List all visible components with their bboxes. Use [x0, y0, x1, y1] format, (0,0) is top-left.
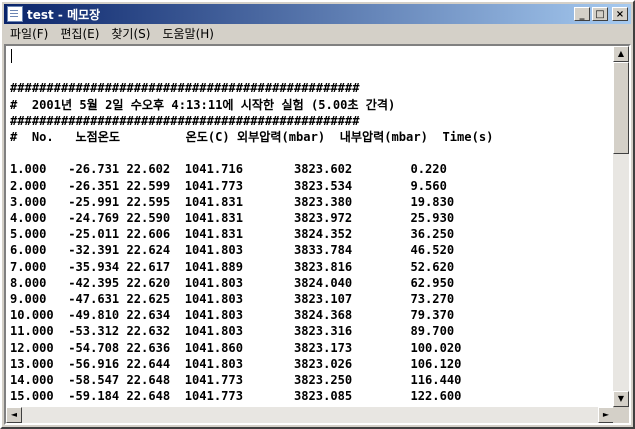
text-line[interactable]: # 2001년 5월 2일 수오후 4:13:11에 시작한 실험 (5.00초…: [10, 98, 395, 112]
text-line[interactable]: 13.000 -56.916 22.644 1041.803 3823.026 …: [10, 357, 461, 371]
text-line[interactable]: 7.000 -35.934 22.617 1041.889 3823.816 5…: [10, 260, 454, 274]
menu-search[interactable]: 찾기(S): [105, 25, 156, 42]
text-line[interactable]: ########################################…: [10, 114, 360, 128]
text-line[interactable]: 3.000 -25.991 22.595 1041.831 3823.380 1…: [10, 195, 454, 209]
menu-bar: 파일(F) 편집(E) 찾기(S) 도움말(H): [4, 24, 631, 43]
text-caret: [11, 49, 12, 63]
editor-frame: ########################################…: [4, 44, 631, 425]
scroll-up-button[interactable]: ▲: [613, 46, 629, 62]
text-editor[interactable]: ########################################…: [6, 46, 614, 407]
title-bar[interactable]: test - 메모장 _ □ ×: [4, 4, 631, 24]
text-line[interactable]: # No. 노점온도 온도(C) 외부압력(mbar) 내부압력(mbar) T…: [10, 130, 493, 144]
text-line[interactable]: 12.000 -54.708 22.636 1041.860 3823.173 …: [10, 341, 461, 355]
text-line[interactable]: 14.000 -58.547 22.648 1041.773 3823.250 …: [10, 373, 461, 387]
vertical-scrollbar[interactable]: ▲ ▼: [613, 46, 629, 407]
document-text[interactable]: ########################################…: [6, 46, 614, 407]
window-title: test - 메모장: [27, 7, 101, 22]
size-grip[interactable]: [613, 407, 629, 423]
text-line[interactable]: 5.000 -25.011 22.606 1041.831 3824.352 3…: [10, 227, 454, 241]
close-button[interactable]: ×: [612, 7, 628, 21]
notepad-icon[interactable]: [7, 6, 23, 22]
menu-file[interactable]: 파일(F): [4, 25, 54, 42]
maximize-button[interactable]: □: [592, 7, 608, 21]
horizontal-scrollbar[interactable]: ◄ ►: [6, 407, 614, 423]
scroll-down-button[interactable]: ▼: [613, 391, 629, 407]
scroll-left-button[interactable]: ◄: [6, 407, 22, 423]
vertical-scroll-thumb[interactable]: [613, 62, 629, 154]
text-line[interactable]: 4.000 -24.769 22.590 1041.831 3823.972 2…: [10, 211, 454, 225]
text-line[interactable]: 6.000 -32.391 22.624 1041.803 3833.784 4…: [10, 243, 454, 257]
text-line[interactable]: ########################################…: [10, 81, 360, 95]
menu-edit[interactable]: 편집(E): [54, 25, 105, 42]
text-line[interactable]: 8.000 -42.395 22.620 1041.803 3824.040 6…: [10, 276, 454, 290]
text-line[interactable]: 10.000 -49.810 22.634 1041.803 3824.368 …: [10, 308, 454, 322]
text-line[interactable]: 2.000 -26.351 22.599 1041.773 3823.534 9…: [10, 179, 447, 193]
scroll-right-button[interactable]: ►: [598, 407, 614, 423]
text-line[interactable]: 15.000 -59.184 22.648 1041.773 3823.085 …: [10, 389, 461, 403]
text-line[interactable]: 9.000 -47.631 22.625 1041.803 3823.107 7…: [10, 292, 454, 306]
minimize-button[interactable]: _: [574, 7, 590, 21]
menu-help[interactable]: 도움말(H): [156, 25, 220, 42]
window-controls: _ □ ×: [574, 7, 628, 21]
text-line[interactable]: 11.000 -53.312 22.632 1041.803 3823.316 …: [10, 324, 454, 338]
notepad-window: test - 메모장 _ □ × 파일(F) 편집(E) 찾기(S) 도움말(H…: [0, 0, 635, 429]
text-line[interactable]: 1.000 -26.731 22.602 1041.716 3823.602 0…: [10, 162, 447, 176]
